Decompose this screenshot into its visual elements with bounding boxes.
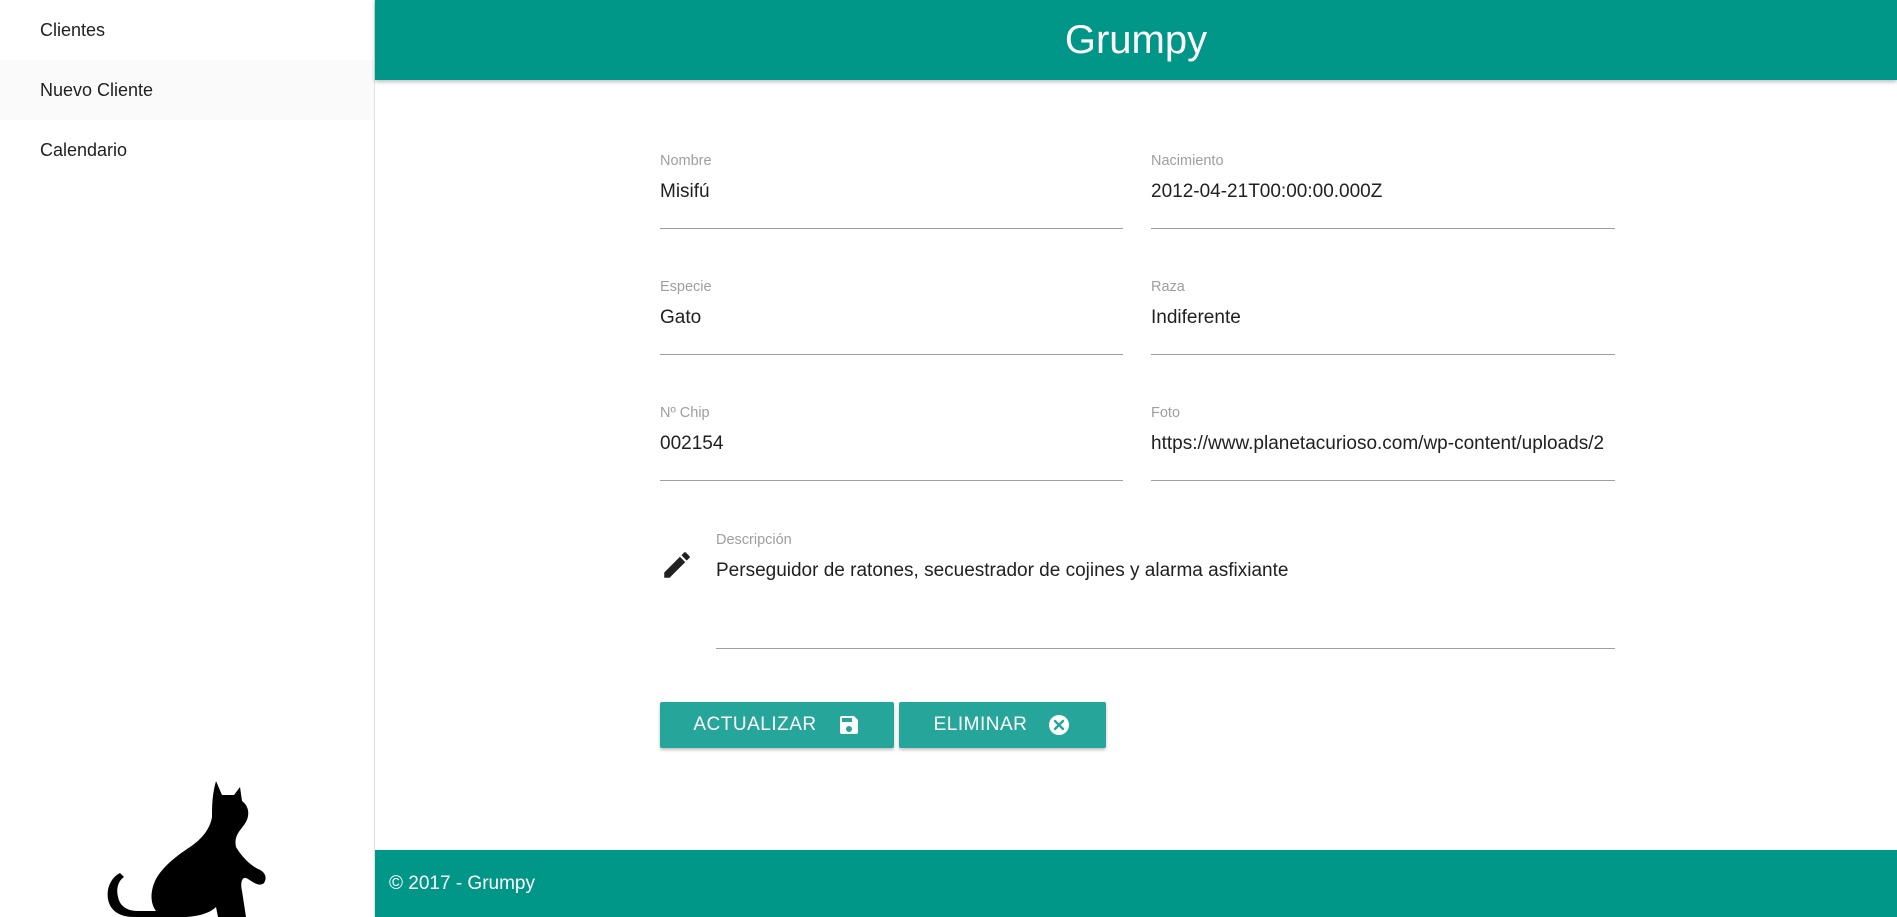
pencil-icon <box>664 552 690 578</box>
nacimiento-input[interactable]: 2012-04-21T00:00:00.000Z <box>1151 181 1615 203</box>
app-footer: © 2017 - Grumpy <box>375 850 1897 917</box>
sidebar-item-label: Calendario <box>40 139 128 160</box>
cancel-circle-icon <box>1049 715 1070 735</box>
raza-input[interactable]: Indiferente <box>1151 307 1615 329</box>
delete-button[interactable]: ELIMINAR <box>899 702 1106 748</box>
chip-field[interactable]: Nº Chip 002154 <box>660 405 1123 481</box>
delete-button-label: ELIMINAR <box>933 714 1028 735</box>
client-form: Nombre Misifú Nacimiento 2012-04-21T00:0… <box>375 80 1897 850</box>
chip-label: Nº Chip <box>660 405 710 421</box>
nombre-field[interactable]: Nombre Misifú <box>660 153 1123 229</box>
descripcion-textarea[interactable]: Perseguidor de ratones, secuestrador de … <box>716 560 1615 582</box>
sidebar-item-label: Nuevo Cliente <box>40 79 154 100</box>
raza-label: Raza <box>1151 279 1185 295</box>
nombre-input[interactable]: Misifú <box>660 181 1123 203</box>
app-header: Grumpy <box>375 0 1897 80</box>
especie-field[interactable]: Especie Gato <box>660 279 1123 355</box>
sidebar-item-calendario[interactable]: Calendario <box>0 120 374 180</box>
especie-label: Especie <box>660 279 712 295</box>
update-button-label: ACTUALIZAR <box>693 714 817 735</box>
foto-field[interactable]: Foto https://www.planetacurioso.com/wp-c… <box>1151 405 1615 481</box>
especie-input[interactable]: Gato <box>660 307 1123 329</box>
nacimiento-field[interactable]: Nacimiento 2012-04-21T00:00:00.000Z <box>1151 153 1615 229</box>
chip-input[interactable]: 002154 <box>660 433 1123 455</box>
footer-text: © 2017 - Grumpy <box>389 872 535 894</box>
update-button[interactable]: ACTUALIZAR <box>660 702 894 748</box>
cat-silhouette-icon <box>107 781 266 917</box>
save-icon <box>839 716 858 734</box>
descripcion-field[interactable]: Descripción Perseguidor de ratones, secu… <box>716 532 1615 649</box>
sidebar-item-clientes[interactable]: Clientes <box>0 0 374 60</box>
page-title: Grumpy <box>1064 17 1208 62</box>
sidebar-item-label: Clientes <box>40 19 106 40</box>
sidebar: Clientes Nuevo Cliente Calendario <box>0 0 375 917</box>
nacimiento-label: Nacimiento <box>1151 153 1224 169</box>
sidebar-item-nuevo-cliente[interactable]: Nuevo Cliente <box>0 60 374 120</box>
descripcion-label: Descripción <box>716 532 792 548</box>
foto-label: Foto <box>1151 405 1181 421</box>
nombre-label: Nombre <box>660 153 712 169</box>
raza-field[interactable]: Raza Indiferente <box>1151 279 1615 355</box>
foto-input[interactable]: https://www.planetacurioso.com/wp-conten… <box>1151 433 1615 455</box>
